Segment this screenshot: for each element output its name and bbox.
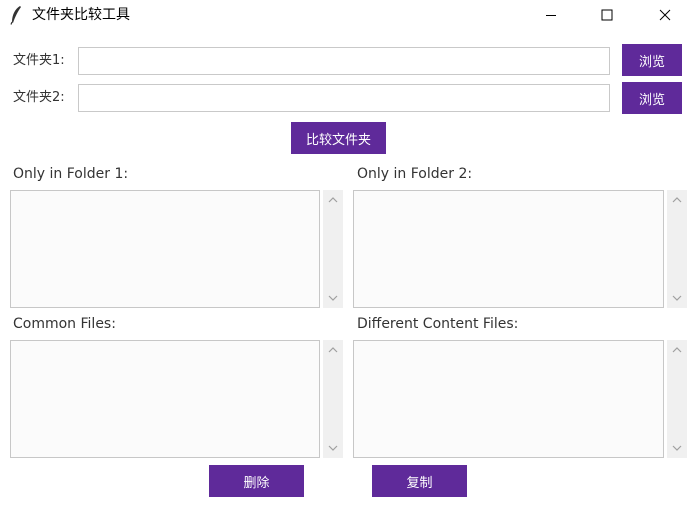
common-files-listbox[interactable] <box>10 340 320 458</box>
only-in-folder2-label: Only in Folder 2: <box>357 166 473 182</box>
different-content-files-label: Different Content Files: <box>357 316 519 332</box>
minimize-icon <box>546 15 556 16</box>
browse-folder2-button[interactable]: 浏览 <box>622 82 682 114</box>
compare-folders-button[interactable]: 比较文件夹 <box>291 122 386 154</box>
only-in-folder2-listbox[interactable] <box>353 190 664 308</box>
title-bar: 文件夹比较工具 <box>0 0 695 30</box>
folder2-path-input[interactable] <box>78 84 610 112</box>
folder2-label: 文件夹2: <box>13 90 65 105</box>
common-files-scrollbar[interactable] <box>323 340 343 458</box>
scroll-up-icon[interactable] <box>323 342 343 358</box>
scroll-down-icon[interactable] <box>323 290 343 306</box>
scroll-up-icon[interactable] <box>667 342 687 358</box>
scroll-up-icon[interactable] <box>323 192 343 208</box>
close-button[interactable] <box>642 0 688 30</box>
scroll-down-icon[interactable] <box>667 290 687 306</box>
scroll-down-icon[interactable] <box>667 440 687 456</box>
copy-button[interactable]: 复制 <box>372 465 467 497</box>
browse-folder1-button[interactable]: 浏览 <box>622 44 682 76</box>
minimize-button[interactable] <box>528 0 574 30</box>
only-in-folder1-label: Only in Folder 1: <box>13 166 129 182</box>
only-in-folder1-scrollbar[interactable] <box>323 190 343 308</box>
feather-icon <box>10 5 22 25</box>
scroll-down-icon[interactable] <box>323 440 343 456</box>
folder1-label: 文件夹1: <box>13 53 65 68</box>
maximize-icon <box>601 9 613 21</box>
different-content-files-listbox[interactable] <box>353 340 664 458</box>
common-files-label: Common Files: <box>13 316 116 332</box>
only-in-folder2-scrollbar[interactable] <box>667 190 687 308</box>
maximize-button[interactable] <box>584 0 630 30</box>
only-in-folder1-listbox[interactable] <box>10 190 320 308</box>
folder1-path-input[interactable] <box>78 47 610 75</box>
different-content-files-scrollbar[interactable] <box>667 340 687 458</box>
scroll-up-icon[interactable] <box>667 192 687 208</box>
delete-button[interactable]: 删除 <box>209 465 304 497</box>
close-icon <box>659 9 671 21</box>
window-title: 文件夹比较工具 <box>32 7 130 23</box>
